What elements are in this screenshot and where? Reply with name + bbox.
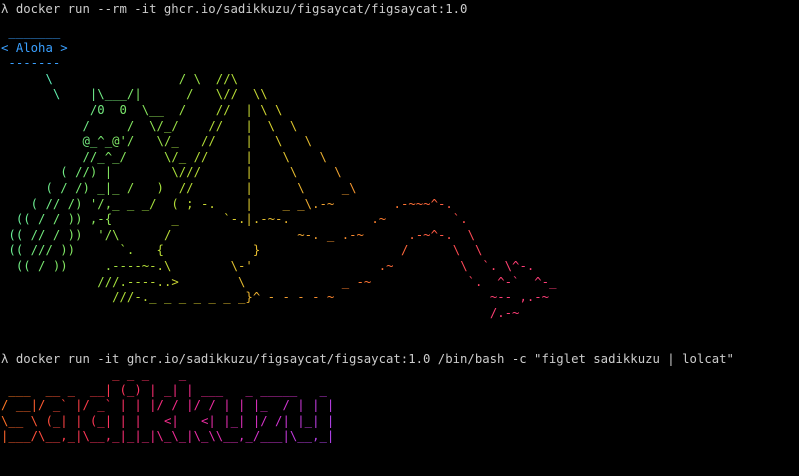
figlet-line: \__ \ (_| | (_| | | <| <| |_| |/ /| |_| … xyxy=(1,413,335,428)
prompt-symbol: λ xyxy=(1,352,9,366)
figlet-line: ___ __ _ __| (_) | _| | ___ _ _____ _ xyxy=(8,382,327,397)
ascii-art-line: (( / )) .----~-.\ \-' .~ \ `. \^-. xyxy=(15,258,535,273)
command-text-1: docker run --rm -it ghcr.io/sadikkuzu/fi… xyxy=(15,2,468,16)
figlet-line: / __|/ _` |/ _` | | |/ / |/ / | | |_ / |… xyxy=(1,398,335,413)
ascii-art-line: (( / / )) ,-{ _ `-.|.-~-. .~ `. xyxy=(15,212,468,227)
ascii-art-line: @_^_@'/ \/_ // | \ \ xyxy=(82,134,313,149)
command-line-2: λ docker run -it ghcr.io/sadikkuzu/figsa… xyxy=(1,352,734,368)
ascii-art-line: /0 0 \__ / // | \ \ xyxy=(89,102,283,117)
figlet-line: |___/\__,_|\__,_|_|_|\_\_|\_\\__,_/___|\… xyxy=(1,429,335,444)
ascii-art-line: (( // / )) '/\ / ~-. _ .-~ .-~^-. \ xyxy=(8,227,475,242)
prompt-symbol: λ xyxy=(1,2,9,16)
ascii-art-line: \ |\___/| / \// \\ xyxy=(52,87,268,102)
ascii-art-line: (( /// )) `. { } / \ \ xyxy=(8,243,483,258)
command-line-1: λ docker run --rm -it ghcr.io/sadikkuzu/… xyxy=(1,2,467,18)
ascii-art-line: ( / /) _|_ / ) // | \ _\ xyxy=(45,180,357,195)
figlet-banner-ascii-art: _ _ _ _ ___ __ _ __| (_) | _| | ___ _ __… xyxy=(1,367,334,445)
ascii-art-line: / / \/_/ // | \ \ xyxy=(82,118,298,133)
ascii-art-line: ///.----..> \ _ -~ `. ^-` ^-_ xyxy=(97,274,557,289)
command-text-2: docker run -it ghcr.io/sadikkuzu/figsayc… xyxy=(15,352,734,366)
ascii-art-line: \ / \ //\ xyxy=(45,71,238,86)
terminal-window[interactable]: λ docker run --rm -it ghcr.io/sadikkuzu/… xyxy=(0,0,799,476)
ascii-art-line: ( // /) '/,_ _ _/ ( ; -. | _ _\.-~ .-~~~… xyxy=(30,196,453,211)
ascii-art-line: ( //) | \/// | \ \ xyxy=(60,165,342,180)
ascii-art-line: //_^_/ \/_ // | \ \ xyxy=(82,149,327,164)
ascii-art-line: _______ xyxy=(8,25,61,39)
ascii-art-line: /.-~ xyxy=(489,305,520,320)
ascii-art-line: ------- xyxy=(8,56,61,71)
cowsay-cat-ascii-art: _______ < Aloha > ------- \ / \ //\ \ |\_… xyxy=(1,25,556,321)
ascii-art-line: < Aloha > xyxy=(1,40,68,55)
figlet-line: _ _ _ _ xyxy=(112,367,187,381)
ascii-art-line: ///-._ _ _ _ _ _ _}^ - - - - ~ ~-- ,.-~ xyxy=(112,290,550,305)
